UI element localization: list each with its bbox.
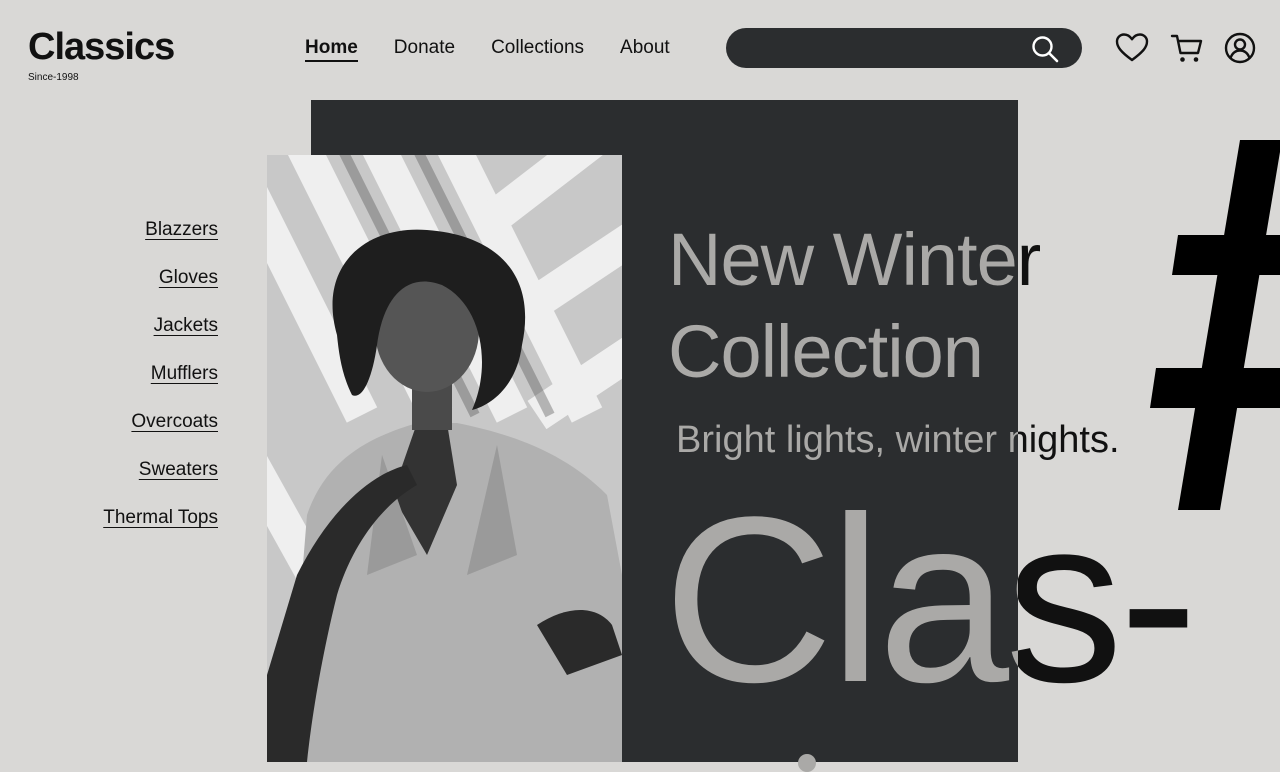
category-link[interactable]: Thermal Tops xyxy=(18,506,218,530)
decorative-dot xyxy=(798,754,816,772)
heart-icon xyxy=(1115,33,1149,62)
nav-collections-link[interactable]: Collections xyxy=(491,36,584,62)
category-link[interactable]: Mufflers xyxy=(18,362,218,386)
nav-donate-link[interactable]: Donate xyxy=(394,36,455,62)
account-button[interactable] xyxy=(1223,31,1257,65)
search-button[interactable] xyxy=(1030,34,1060,64)
search-icon xyxy=(1032,36,1059,63)
hero-headline-line1: New Winter xyxy=(668,218,1041,301)
nav-home-link[interactable]: Home xyxy=(305,36,358,62)
hero-big-word: Clas- xyxy=(663,468,1198,732)
hero-headline-line2: Collection xyxy=(668,310,983,393)
hero-headline: New Winter Collection xyxy=(668,214,1040,398)
cart-icon xyxy=(1170,34,1203,62)
cart-button[interactable] xyxy=(1170,31,1204,65)
brand-name: Classics xyxy=(28,26,175,68)
category-nav: Blazzers Gloves Jackets Mufflers Overcoa… xyxy=(18,218,218,554)
category-link[interactable]: Overcoats xyxy=(18,410,218,434)
category-link[interactable]: Gloves xyxy=(18,266,218,290)
user-icon xyxy=(1224,32,1256,64)
category-link[interactable]: Blazzers xyxy=(18,218,218,242)
brand-tagline: Since-1998 xyxy=(28,72,79,83)
nav-about-link[interactable]: About xyxy=(620,36,670,62)
hero-tagline: Bright lights, winter nights. xyxy=(676,419,1120,461)
hash-symbol xyxy=(1142,140,1280,510)
category-link[interactable]: Jackets xyxy=(18,314,218,338)
main-nav: Home Donate Collections About xyxy=(305,36,670,62)
search-input[interactable] xyxy=(746,36,1030,62)
search-bar xyxy=(726,28,1082,68)
wishlist-button[interactable] xyxy=(1115,31,1149,65)
hero-top-banner xyxy=(311,100,1018,155)
brand-logo[interactable]: Classics Since-1998 xyxy=(28,26,175,84)
category-link[interactable]: Sweaters xyxy=(18,458,218,482)
hero-model-photo xyxy=(267,155,622,762)
